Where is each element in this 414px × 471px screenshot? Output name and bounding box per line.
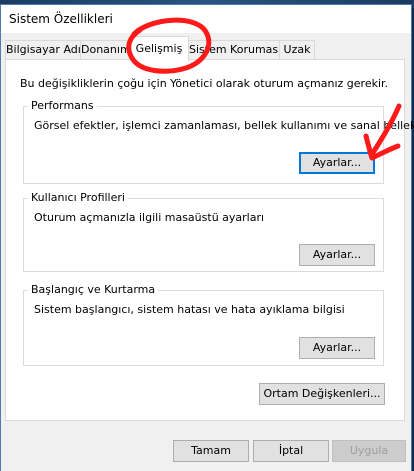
ok-button[interactable]: Tamam bbox=[173, 440, 249, 462]
tab-hardware[interactable]: Donanım bbox=[80, 40, 130, 59]
user-profiles-settings-button[interactable]: Ayarlar... bbox=[299, 244, 375, 266]
tab-remote[interactable]: Uzak bbox=[279, 40, 315, 59]
tab-advanced[interactable]: Gelişmiş bbox=[129, 36, 189, 61]
title-bar[interactable]: Sistem Özellikleri bbox=[1, 5, 411, 33]
environment-variables-button[interactable]: Ortam Değişkenleri... bbox=[259, 383, 385, 405]
tab-strip: Bilgisayar Adı Donanım Gelişmiş Sistem K… bbox=[5, 36, 405, 61]
tab-computer-name[interactable]: Bilgisayar Adı bbox=[5, 40, 81, 59]
tab-system-protection[interactable]: Sistem Koruması bbox=[188, 40, 280, 59]
performance-group: Performans Görsel efektler, işlemci zama… bbox=[23, 99, 414, 184]
startup-recovery-group: Başlangıç ve Kurtarma Sistem başlangıcı,… bbox=[23, 283, 384, 366]
user-profiles-description: Oturum açmanızla ilgili masaüstü ayarlar… bbox=[34, 211, 265, 224]
startup-recovery-settings-button[interactable]: Ayarlar... bbox=[299, 337, 375, 359]
cancel-button[interactable]: İptal bbox=[253, 440, 329, 462]
performance-group-title: Performans bbox=[28, 99, 97, 112]
user-profiles-group-title: Kullanıcı Profilleri bbox=[28, 191, 128, 204]
admin-note: Bu değişikliklerin çoğu için Yönetici ol… bbox=[20, 77, 389, 90]
startup-recovery-group-title: Başlangıç ve Kurtarma bbox=[28, 283, 159, 296]
startup-recovery-description: Sistem başlangıcı, sistem hatası ve hata… bbox=[34, 303, 345, 316]
user-profiles-group: Kullanıcı Profilleri Oturum açmanızla il… bbox=[23, 191, 384, 272]
performance-settings-button[interactable]: Ayarlar... bbox=[299, 152, 375, 174]
window-title: Sistem Özellikleri bbox=[9, 12, 113, 26]
performance-description: Görsel efektler, işlemci zamanlaması, be… bbox=[34, 119, 414, 132]
apply-button[interactable]: Uygula bbox=[332, 440, 406, 462]
